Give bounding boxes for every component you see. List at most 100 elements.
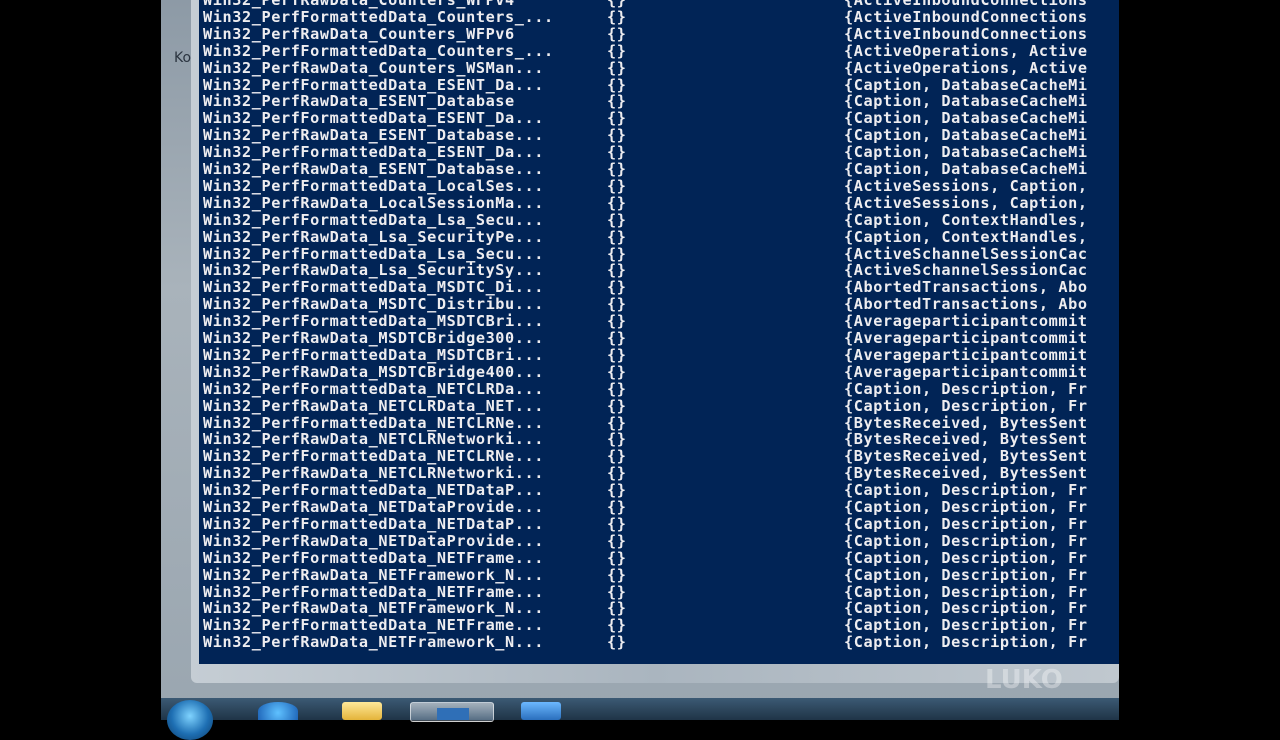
console-cell-methods: {} — [607, 379, 627, 398]
console-cell-name: Win32_PerfFormattedData_Counters_... — [203, 7, 554, 26]
powershell-console[interactable]: Win32_PerfRawData_Counters_WFPv4{} {Activ… — [199, 0, 1119, 664]
console-cell-methods: {} — [607, 109, 627, 128]
console-output-row: Win32_PerfFormattedData_LocalSes... {} {Ac… — [203, 176, 1119, 195]
console-cell-props: {Caption, Description, Fr — [844, 548, 1088, 567]
console-cell-methods: {} — [607, 548, 627, 567]
console-output-row: Win32_PerfFormattedData_NETFrame... {} {Ca… — [203, 582, 1119, 601]
console-cell-methods: {} — [607, 24, 627, 43]
console-cell-methods: {} — [607, 481, 627, 500]
console-cell-methods: {} — [607, 498, 627, 516]
console-output-row: Win32_PerfRawData_MSDTC_Distribu... {} {Ab… — [203, 296, 1119, 313]
console-cell-name: Win32_PerfFormattedData_NETFrame... — [203, 582, 545, 601]
console-cell-methods: {} — [607, 565, 627, 584]
console-output-row: Win32_PerfRawData_NETFramework_N... {} {Ca… — [203, 600, 1119, 617]
console-output-row: Win32_PerfRawData_LocalSessionMa... {} {Ac… — [203, 193, 1119, 212]
console-cell-methods: {} — [607, 531, 627, 550]
console-cell-name: Win32_PerfRawData_NETFramework_N... — [203, 599, 545, 618]
console-cell-methods: {} — [607, 244, 627, 263]
console-cell-methods: {} — [607, 126, 627, 145]
console-output-row: Win32_PerfRawData_MSDTCBridge300... {} {Av… — [203, 330, 1119, 347]
console-cell-props: {ActiveSessions, Caption, — [844, 193, 1088, 212]
console-cell-props: {ActiveOperations, Active — [844, 58, 1088, 77]
console-cell-methods: {} — [607, 464, 627, 483]
console-cell-props: {Caption, Description, Fr — [844, 514, 1088, 533]
internet-explorer-icon[interactable] — [258, 702, 298, 720]
console-cell-methods: {} — [607, 41, 627, 60]
console-cell-props: {Caption, ContextHandles, — [844, 210, 1088, 229]
console-cell-props: {Caption, ContextHandles, — [844, 227, 1088, 246]
console-output-row: Win32_PerfFormattedData_NETFrame... {} {Ca… — [203, 548, 1119, 567]
console-cell-props: {Averageparticipantcommit — [844, 345, 1088, 364]
console-cell-name: Win32_PerfRawData_NETCLRNetworki... — [203, 430, 545, 449]
console-cell-name: Win32_PerfFormattedData_NETDataP... — [203, 514, 545, 533]
taskbar-overlay-text: LUKO — [985, 668, 1063, 692]
console-cell-name: Win32_PerfRawData_NETCLRData_NET... — [203, 396, 545, 415]
console-cell-name: Win32_PerfFormattedData_Counters_... — [203, 41, 554, 60]
console-cell-name: Win32_PerfFormattedData_MSDTC_Di... — [203, 278, 545, 297]
console-cell-methods: {} — [607, 616, 627, 635]
start-orb-icon[interactable] — [167, 700, 213, 740]
console-cell-name: Win32_PerfFormattedData_ESENT_Da... — [203, 109, 545, 128]
console-cell-methods: {} — [607, 582, 627, 601]
console-output-row: Win32_PerfFormattedData_Lsa_Secu... {} {Ac… — [203, 244, 1119, 263]
console-cell-name: Win32_PerfRawData_MSDTCBridge300... — [203, 329, 545, 347]
console-cell-props: {Caption, Description, Fr — [844, 379, 1088, 398]
desktop-label-fragment: Ko — [174, 50, 192, 66]
console-output-row: Win32_PerfRawData_NETCLRNetworki... {} {By… — [203, 465, 1119, 482]
console-cell-props: {Caption, Description, Fr — [844, 531, 1088, 550]
console-output-row: Win32_PerfFormattedData_NETDataP... {} {Ca… — [203, 482, 1119, 499]
console-cell-props: {BytesReceived, BytesSent — [844, 413, 1088, 432]
console-cell-methods: {} — [607, 312, 627, 331]
console-cell-props: {ActiveInboundConnections — [844, 24, 1088, 43]
console-cell-methods: {} — [607, 447, 627, 466]
console-output-row: Win32_PerfFormattedData_NETCLRNe... {} {By… — [203, 448, 1119, 465]
console-output-row: Win32_PerfRawData_NETFramework_N... {} {Ca… — [203, 634, 1119, 651]
console-cell-name: Win32_PerfFormattedData_LocalSes... — [203, 176, 545, 195]
console-output-row: Win32_PerfRawData_Counters_WSMan... {} {Ac… — [203, 58, 1119, 77]
console-cell-methods: {} — [607, 210, 627, 229]
console-output-row: Win32_PerfRawData_NETDataProvide... {} {Ca… — [203, 531, 1119, 550]
console-cell-methods: {} — [607, 345, 627, 364]
console-cell-props: {AbortedTransactions, Abo — [844, 295, 1088, 314]
console-cell-methods: {} — [607, 413, 627, 432]
console-cell-props: {Caption, DatabaseCacheMi — [844, 92, 1088, 111]
console-cell-props: {Caption, DatabaseCacheMi — [844, 160, 1088, 178]
folder-icon[interactable] — [342, 702, 382, 720]
console-output-row: Win32_PerfRawData_MSDTCBridge400... {} {Av… — [203, 362, 1119, 381]
console-cell-methods: {} — [607, 193, 627, 212]
powershell-icon — [437, 708, 469, 720]
console-cell-methods: {} — [607, 278, 627, 297]
console-output-row: Win32_PerfFormattedData_Counters_... {} {A… — [203, 41, 1119, 60]
console-cell-name: Win32_PerfRawData_Counters_WSMan... — [203, 58, 545, 77]
console-cell-props: {Caption, Description, Fr — [844, 633, 1088, 652]
console-output-row: Win32_PerfFormattedData_NETDataP... {} {Ca… — [203, 514, 1119, 533]
console-cell-methods: {} — [607, 227, 627, 246]
console-cell-props: {Caption, DatabaseCacheMi — [844, 75, 1088, 94]
console-cell-methods: {} — [607, 7, 627, 26]
console-cell-props: {Averageparticipantcommit — [844, 362, 1088, 381]
console-output-row: Win32_PerfFormattedData_ESENT_Da... {} {Ca… — [203, 144, 1119, 161]
console-cell-props: {BytesReceived, BytesSent — [844, 464, 1088, 483]
console-cell-props: {Caption, Description, Fr — [844, 616, 1088, 635]
console-cell-name: Win32_PerfRawData_Counters_WFPv6 — [203, 24, 515, 43]
console-output-row: Win32_PerfFormattedData_Lsa_Secu... {} {Ca… — [203, 210, 1119, 229]
console-cell-methods: {} — [607, 430, 627, 449]
console-cell-props: {AbortedTransactions, Abo — [844, 278, 1088, 297]
taskbar — [161, 698, 1119, 720]
console-cell-name: Win32_PerfRawData_ESENT_Database... — [203, 126, 545, 145]
console-cell-methods: {} — [607, 75, 627, 94]
console-cell-methods: {} — [607, 362, 627, 381]
console-cell-name: Win32_PerfRawData_NETFramework_N... — [203, 565, 545, 584]
console-cell-props: {Caption, Description, Fr — [844, 481, 1088, 500]
monitor-icon[interactable] — [521, 702, 561, 720]
console-cell-methods: {} — [607, 176, 627, 195]
console-cell-methods: {} — [607, 514, 627, 533]
console-cell-props: {Caption, Description, Fr — [844, 498, 1088, 516]
console-output-row: Win32_PerfRawData_NETCLRData_NET... {} {Ca… — [203, 396, 1119, 415]
console-output-row: Win32_PerfRawData_Lsa_SecurityPe... {} {Ca… — [203, 227, 1119, 246]
console-cell-props: {ActiveInboundConnections — [844, 7, 1088, 26]
console-output-row: Win32_PerfFormattedData_Counters_... {} {A… — [203, 7, 1119, 26]
console-cell-name: Win32_PerfFormattedData_NETFrame... — [203, 548, 545, 567]
console-cell-name: Win32_PerfRawData_NETFramework_N... — [203, 633, 545, 652]
console-output-row: Win32_PerfRawData_NETDataProvide... {} {Ca… — [203, 499, 1119, 516]
